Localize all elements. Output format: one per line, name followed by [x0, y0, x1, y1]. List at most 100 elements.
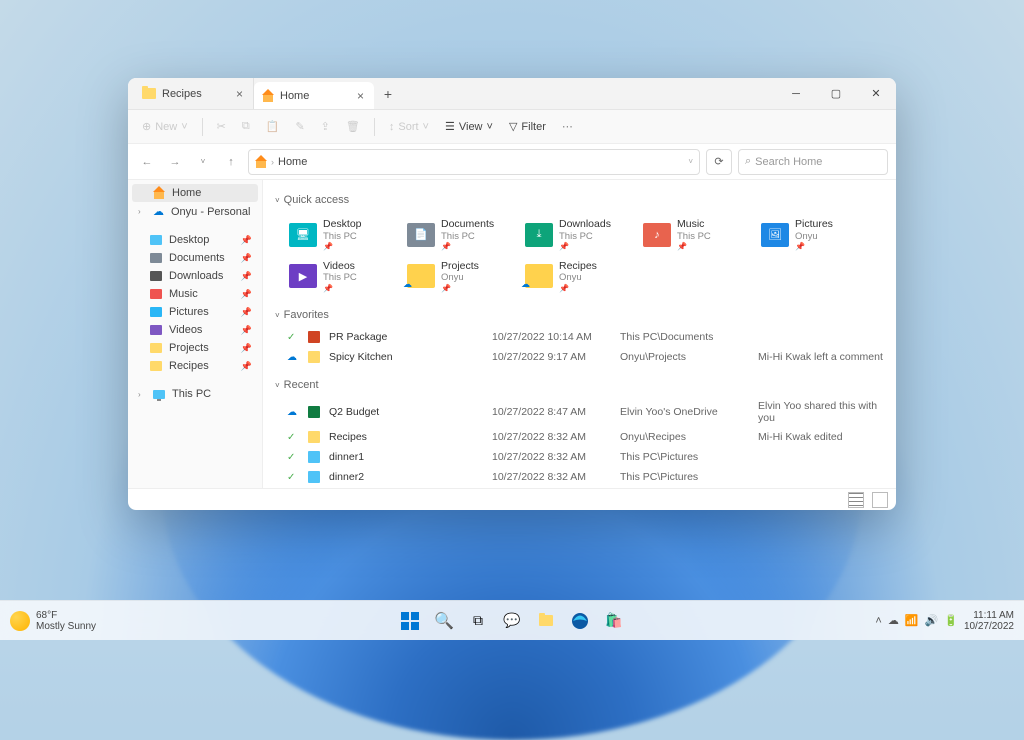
file-row[interactable]: ✓ PR Package 10/27/2022 10:14 AM This PC…: [275, 327, 884, 347]
battery-icon[interactable]: 🔋: [944, 614, 958, 627]
cloud-icon: ☁: [153, 205, 164, 218]
pin-icon: 📌: [241, 325, 252, 336]
tab-recipes[interactable]: Recipes ×: [134, 78, 254, 109]
forward-button[interactable]: →: [164, 151, 186, 173]
sidebar-item-documents[interactable]: Documents📌: [128, 249, 262, 267]
pin-icon: 📌: [241, 307, 252, 318]
home-icon: [262, 90, 274, 102]
sidebar-item-pictures[interactable]: Pictures📌: [128, 303, 262, 321]
file-row[interactable]: ✓ dinner1 10/27/2022 8:32 AM This PC\Pic…: [275, 447, 884, 467]
details-view-button[interactable]: [848, 492, 864, 508]
sidebar-item-recipes[interactable]: Recipes📌: [128, 357, 262, 375]
quick-access-recipes[interactable]: ☁ RecipesOnyu📌: [523, 258, 633, 296]
cut-button[interactable]: ✂: [211, 116, 232, 137]
vid-icon: [150, 325, 162, 335]
file-row[interactable]: ☁ Q2 Budget 10/27/2022 8:47 AM Elvin Yoo…: [275, 397, 884, 427]
new-tab-button[interactable]: +: [374, 78, 402, 109]
status-bar: [128, 488, 896, 510]
close-icon[interactable]: ×: [355, 89, 366, 103]
edge-button[interactable]: [565, 606, 595, 636]
recent-locations-button[interactable]: ˅: [192, 151, 214, 173]
quick-access-pictures[interactable]: 🖼 PicturesOnyu📌: [759, 216, 869, 254]
refresh-button[interactable]: ⟳: [706, 149, 732, 175]
chat-button[interactable]: 💬: [497, 606, 527, 636]
pin-icon: 📌: [241, 253, 252, 264]
file-explorer-button[interactable]: [531, 606, 561, 636]
sidebar-item-projects[interactable]: Projects📌: [128, 339, 262, 357]
img-icon: [307, 470, 321, 484]
quick-access-downloads[interactable]: ⤓ DownloadsThis PC📌: [523, 216, 633, 254]
group-favorites[interactable]: ˅Favorites: [275, 303, 884, 327]
folder-icon: ⤓: [525, 223, 553, 247]
sidebar-item-music[interactable]: Music📌: [128, 285, 262, 303]
start-button[interactable]: [395, 606, 425, 636]
more-button[interactable]: ⋯: [556, 116, 579, 137]
folder-icon: 🖼: [761, 223, 789, 247]
tab-label: Home: [280, 90, 349, 102]
search-button[interactable]: 🔍: [429, 606, 459, 636]
rename-button[interactable]: ✎: [289, 116, 310, 137]
minimize-button[interactable]: ─: [776, 78, 816, 109]
sidebar-item-downloads[interactable]: Downloads📌: [128, 267, 262, 285]
folder-icon: ☁: [407, 264, 435, 288]
breadcrumb-item[interactable]: Home: [278, 156, 307, 168]
pic-icon: [150, 307, 162, 317]
view-button[interactable]: ☰ View ˅: [439, 116, 499, 137]
sync-status-icon: ☁: [287, 407, 299, 418]
quick-access-desktop[interactable]: 🖥 DesktopThis PC📌: [287, 216, 397, 254]
close-window-button[interactable]: ✕: [856, 78, 896, 109]
onedrive-tray-icon[interactable]: ☁: [888, 614, 899, 627]
clock[interactable]: 11:11 AM 10/27/2022: [964, 610, 1014, 632]
new-button[interactable]: ⊕ New ˅: [136, 116, 194, 137]
folder-icon: [307, 430, 321, 444]
tab-home[interactable]: Home ×: [254, 82, 374, 109]
volume-icon[interactable]: 🔊: [925, 614, 939, 627]
weather-widget[interactable]: 68°F Mostly Sunny: [0, 610, 96, 632]
paste-button[interactable]: 📋: [260, 116, 286, 137]
quick-access-documents[interactable]: 📄 DocumentsThis PC📌: [405, 216, 515, 254]
copy-button[interactable]: ⧉: [236, 116, 256, 137]
delete-button[interactable]: 🗑: [340, 116, 366, 137]
close-icon[interactable]: ×: [234, 87, 245, 101]
quick-access-projects[interactable]: ☁ ProjectsOnyu📌: [405, 258, 515, 296]
up-button[interactable]: ↑: [220, 151, 242, 173]
content-pane: ˅Quick access 🖥 DesktopThis PC📌📄 Documen…: [263, 180, 896, 488]
address-bar[interactable]: › Home ˅: [248, 149, 700, 175]
sort-button[interactable]: ↕ Sort ˅: [383, 117, 435, 137]
quick-access-music[interactable]: ♪ MusicThis PC📌: [641, 216, 751, 254]
sidebar-item-videos[interactable]: Videos📌: [128, 321, 262, 339]
sidebar-item-home[interactable]: Home: [132, 184, 258, 202]
xls-icon: [307, 405, 321, 419]
tab-bar: Recipes × Home × + ─ ▢ ✕: [128, 78, 896, 110]
task-view-button[interactable]: ⧉: [463, 606, 493, 636]
sidebar-item-thispc[interactable]: › This PC: [128, 385, 262, 403]
group-quick-access[interactable]: ˅Quick access: [275, 188, 884, 212]
desktop-icon: [150, 235, 162, 245]
search-icon: ⌕: [745, 155, 751, 168]
pin-icon: 📌: [241, 361, 252, 372]
quick-access-videos[interactable]: ▶ VideosThis PC📌: [287, 258, 397, 296]
sync-status-icon: ✓: [287, 452, 299, 463]
chevron-up-icon[interactable]: ˄: [875, 615, 881, 627]
icons-view-button[interactable]: [872, 492, 888, 508]
search-input[interactable]: ⌕ Search Home: [738, 149, 888, 175]
back-button[interactable]: ←: [136, 151, 158, 173]
file-row[interactable]: ☁ Spicy Kitchen 10/27/2022 9:17 AM Onyu\…: [275, 347, 884, 367]
share-button[interactable]: ⇪: [315, 116, 336, 137]
wifi-icon[interactable]: 📶: [905, 614, 919, 627]
sidebar-item-onedrive[interactable]: ›☁ Onyu - Personal: [128, 202, 262, 221]
group-recent[interactable]: ˅Recent: [275, 373, 884, 397]
filter-button[interactable]: ▽ Filter: [503, 116, 552, 137]
navigation-pane: Home ›☁ Onyu - Personal Desktop📌Document…: [128, 180, 263, 488]
maximize-button[interactable]: ▢: [816, 78, 856, 109]
sidebar-item-desktop[interactable]: Desktop📌: [128, 231, 262, 249]
file-row[interactable]: ✓ Recipes 10/27/2022 8:32 AM Onyu\Recipe…: [275, 427, 884, 447]
file-row[interactable]: ✓ dinner2 10/27/2022 8:32 AM This PC\Pic…: [275, 467, 884, 487]
store-button[interactable]: 🛍️: [599, 606, 629, 636]
img-icon: [307, 450, 321, 464]
pin-icon: 📌: [241, 343, 252, 354]
pin-icon: 📌: [241, 235, 252, 246]
sync-status-icon: ✓: [287, 332, 299, 343]
chevron-down-icon[interactable]: ˅: [688, 157, 693, 166]
sync-status-icon: ☁: [287, 352, 299, 363]
